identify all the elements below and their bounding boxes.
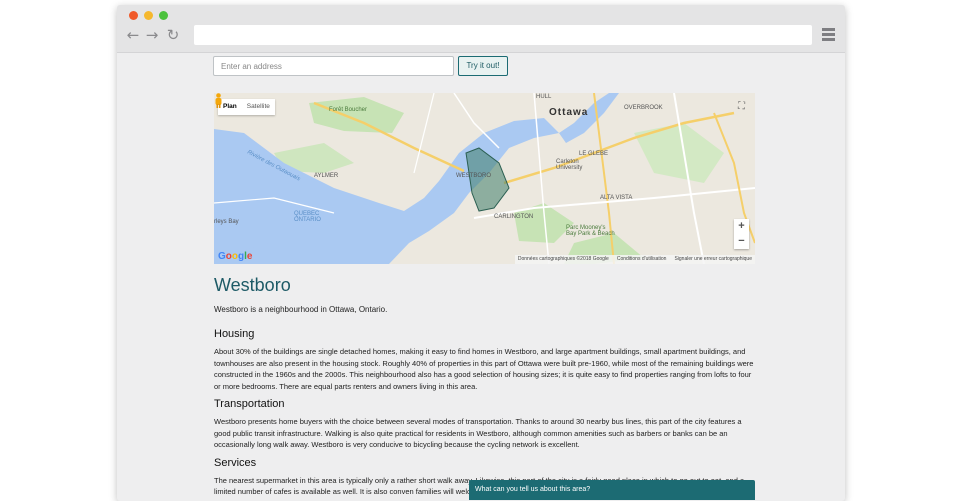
- reload-icon[interactable]: ↻: [165, 27, 181, 43]
- section-body-housing: About 30% of the buildings are single de…: [214, 347, 754, 391]
- map-label-foret: Forêt Boucher: [329, 107, 368, 113]
- map-type-control: Plan Satellite: [218, 99, 275, 115]
- close-window-button[interactable]: [129, 11, 138, 20]
- section-heading-transportation: Transportation: [214, 398, 285, 410]
- map-label-glebe: LE GLEBE: [579, 151, 609, 157]
- maximize-window-button[interactable]: [159, 11, 168, 20]
- map-label-westboro: WESTBORO: [456, 173, 492, 179]
- section-body-transportation: Westboro presents home buyers with the c…: [214, 417, 742, 449]
- address-bar[interactable]: [194, 25, 812, 45]
- fullscreen-icon[interactable]: ⛶: [734, 99, 749, 114]
- report-error-link[interactable]: Signaler une erreur cartographique: [674, 255, 752, 264]
- arrow-left-icon[interactable]: ←: [125, 27, 141, 43]
- map-label-aylmer: AYLMER: [314, 173, 339, 179]
- browser-window: ← → ↻ Try it out!: [117, 5, 845, 501]
- map-label-carlington: CARLINGTON: [494, 214, 534, 220]
- zoom-out-button[interactable]: −: [734, 234, 749, 249]
- map-label-bay: rleys Bay: [214, 219, 239, 225]
- map[interactable]: Ottawa Forêt Boucher AYLMER WESTBORO Car…: [214, 93, 755, 264]
- article: Westboro Westboro is a neighbourhood in …: [214, 275, 759, 501]
- map-label-parc: Parc Mooney's Bay Park & Beach: [566, 225, 615, 237]
- terms-of-use-link[interactable]: Conditions d'utilisation: [617, 255, 667, 264]
- section-heading-services: Services: [214, 456, 257, 469]
- map-label-ottawa: Ottawa: [549, 107, 589, 118]
- map-label-quebec: QUEBEC ONTARIO: [294, 211, 321, 223]
- arrow-right-icon[interactable]: →: [144, 27, 160, 43]
- page-title: Westboro: [214, 275, 291, 295]
- map-data-credit: Données cartographiques ©2018 Google: [517, 256, 609, 262]
- feedback-chat-bar[interactable]: What can you tell us about this area?: [469, 480, 755, 500]
- page-content: Try it out!: [117, 53, 845, 501]
- intro-text: Westboro is a neighbourhood in Ottawa, O…: [214, 305, 388, 314]
- browser-toolbar: ← → ↻: [117, 5, 845, 53]
- map-label-hull: HULL: [536, 94, 552, 100]
- section-heading-housing: Housing: [214, 328, 255, 340]
- pegman-icon[interactable]: [214, 93, 223, 108]
- map-label-overbrook: OVERBROOK: [624, 105, 663, 111]
- hamburger-menu-icon[interactable]: [822, 28, 835, 41]
- map-label-carleton: Carleton University: [556, 159, 583, 171]
- map-attribution: Données cartographiques ©2018 Google Con…: [514, 255, 755, 264]
- google-logo: Google: [218, 251, 253, 262]
- minimize-window-button[interactable]: [144, 11, 153, 20]
- zoom-in-button[interactable]: +: [734, 219, 749, 234]
- map-label-alta-vista: ALTA VISTA: [600, 195, 633, 201]
- zoom-control: + −: [734, 219, 749, 249]
- try-it-out-button[interactable]: Try it out!: [458, 56, 508, 76]
- map-type-satellite[interactable]: Satellite: [242, 99, 275, 115]
- address-input[interactable]: [213, 56, 454, 76]
